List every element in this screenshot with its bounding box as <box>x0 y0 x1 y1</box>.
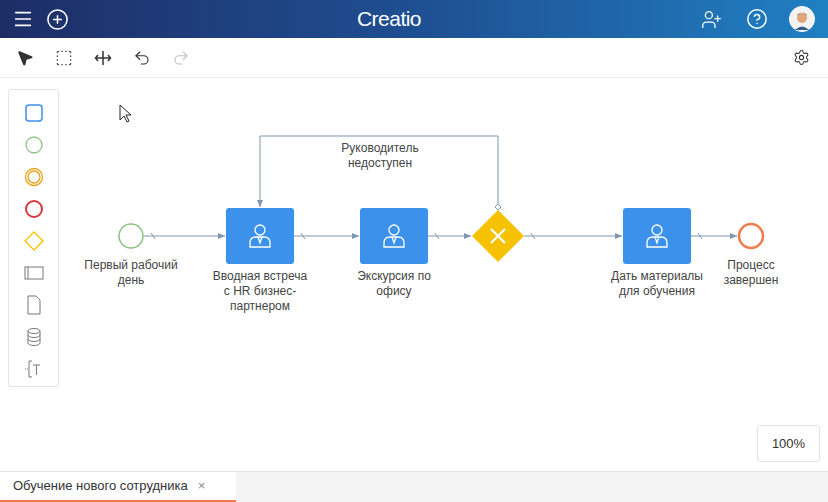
close-tab-button[interactable]: × <box>198 476 206 496</box>
node-label: Процессзавершен <box>724 258 779 288</box>
end-event-icon[interactable] <box>23 198 45 220</box>
user-task[interactable] <box>226 208 294 264</box>
database-icon[interactable] <box>23 326 45 348</box>
menu-button[interactable] <box>12 8 34 30</box>
node-label: Вводная встречас HR бизнес-партнером <box>213 269 307 314</box>
user-plus-icon <box>701 9 722 30</box>
tab[interactable]: Обучение нового сотрудника× <box>0 472 236 502</box>
logo[interactable]: Creatio <box>357 3 421 35</box>
user-task[interactable] <box>360 208 428 264</box>
lasso-icon <box>55 49 73 67</box>
undo-button[interactable] <box>132 48 152 68</box>
menu-icon <box>12 8 34 30</box>
gateway[interactable] <box>472 210 524 262</box>
user-task[interactable] <box>623 208 691 264</box>
undo-icon <box>133 49 151 67</box>
start-event-icon[interactable] <box>23 134 45 156</box>
sequence-flow[interactable] <box>428 233 471 239</box>
canvas[interactable]: Первый рабочийдень Вводная встречас HR би… <box>0 78 828 471</box>
intermediate-event-icon[interactable] <box>23 166 45 188</box>
top-bar: Creatio <box>0 0 828 38</box>
cursor-icon <box>119 104 133 124</box>
lane-icon[interactable] <box>23 262 45 284</box>
end-event[interactable] <box>739 224 763 248</box>
user-icon <box>384 225 404 247</box>
zoom-indicator[interactable]: 100% <box>757 425 820 462</box>
sequence-flow[interactable] <box>524 233 622 239</box>
settings-button[interactable] <box>791 48 811 68</box>
pointer-button[interactable] <box>15 48 35 68</box>
node-label: Первый рабочийдень <box>84 258 177 288</box>
help-button[interactable] <box>745 7 769 31</box>
tab-bar: Обучение нового сотрудника× <box>0 471 828 502</box>
redo-icon <box>172 49 190 67</box>
toolbar <box>0 38 828 78</box>
add-button[interactable] <box>45 7 69 31</box>
x-icon <box>491 229 505 243</box>
user-icon <box>250 225 270 247</box>
app: Creatio Первый рабочийдень Вводная встреча… <box>0 0 828 502</box>
redo-button[interactable] <box>171 48 191 68</box>
move-icon <box>94 49 112 67</box>
document-icon[interactable] <box>23 294 45 316</box>
avatar-icon[interactable] <box>789 6 815 32</box>
start-event[interactable] <box>119 224 143 248</box>
loop-flow[interactable] <box>260 136 501 210</box>
flow-label: Руководительнедоступен <box>341 141 418 171</box>
lasso-button[interactable] <box>54 48 74 68</box>
sequence-flow[interactable] <box>691 233 737 239</box>
help-icon <box>746 8 768 30</box>
gateway-icon[interactable] <box>23 230 45 252</box>
pointer-icon <box>16 49 34 67</box>
user-icon <box>647 225 667 247</box>
plus-icon <box>46 8 69 31</box>
sequence-flow[interactable] <box>294 233 359 239</box>
add-user-button[interactable] <box>699 7 723 31</box>
task-icon[interactable] <box>23 102 45 124</box>
gear-icon <box>793 49 810 66</box>
element-palette <box>8 89 59 387</box>
node-label: Дать материалыдля обучения <box>611 269 703 299</box>
node-label: Экскурсия поофису <box>357 269 431 299</box>
sequence-flow[interactable] <box>144 233 225 239</box>
annotation-icon[interactable] <box>23 358 45 380</box>
move-button[interactable] <box>93 48 113 68</box>
